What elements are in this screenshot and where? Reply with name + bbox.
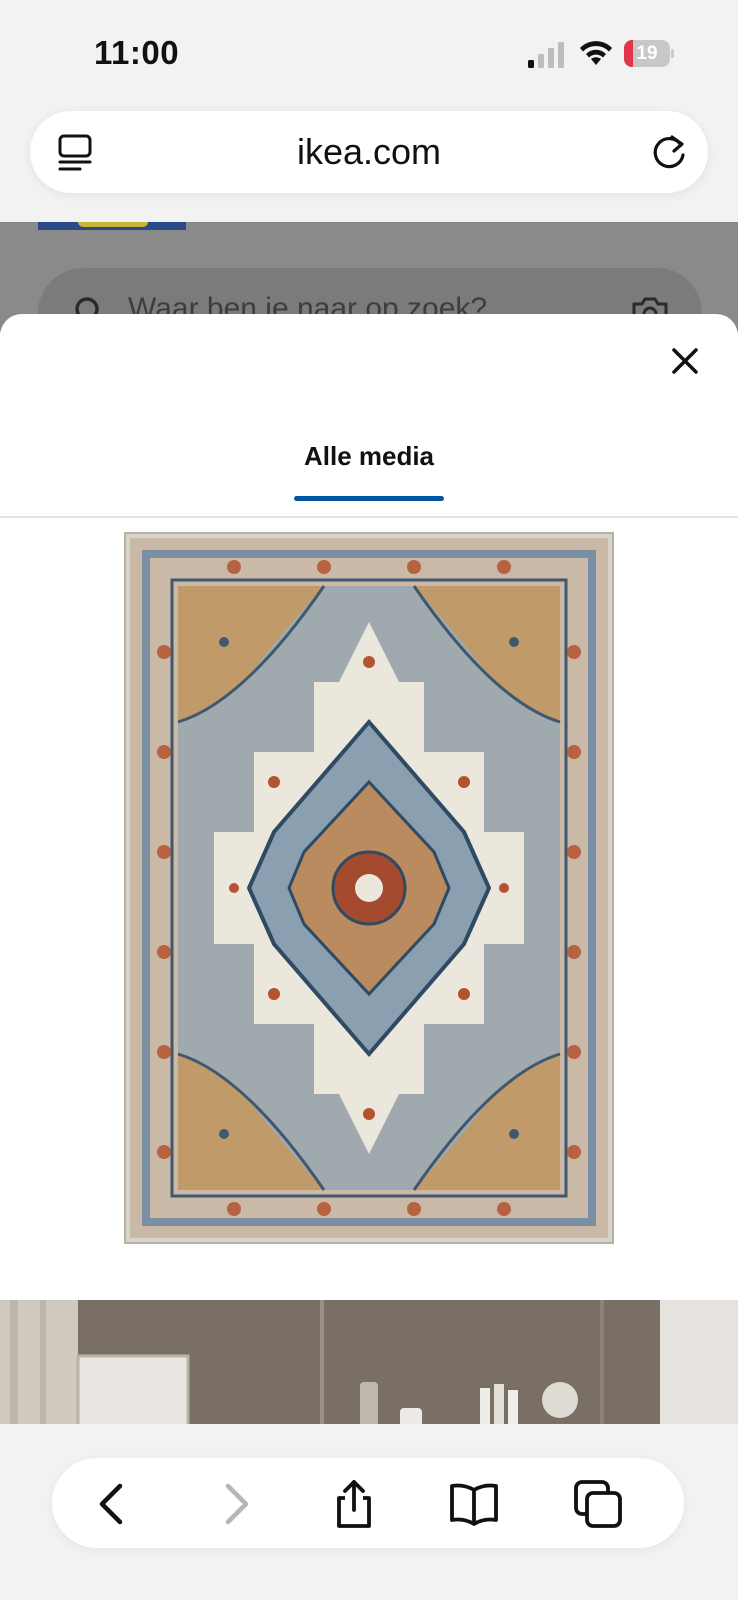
close-icon[interactable] — [664, 340, 706, 382]
share-icon[interactable] — [328, 1478, 380, 1530]
tab-all-media[interactable]: Alle media — [294, 440, 444, 510]
chevron-right-icon[interactable] — [208, 1478, 260, 1530]
reload-icon[interactable] — [648, 131, 690, 173]
room-scene-image[interactable] — [0, 1300, 738, 1424]
tab-all-media-label: Alle media — [303, 441, 435, 471]
tab-divider — [0, 516, 738, 518]
battery-level: 19 — [636, 43, 658, 64]
battery-indicator: 19 — [624, 40, 674, 67]
address-bar[interactable]: ikea.com — [30, 111, 708, 193]
active-tab-indicator — [294, 496, 444, 501]
rug-product-image[interactable] — [124, 532, 614, 1244]
chevron-left-icon[interactable] — [88, 1478, 140, 1530]
status-bar: 11:00 19 — [0, 0, 738, 108]
book-icon[interactable] — [448, 1478, 500, 1530]
media-sheet: Alle media — [0, 314, 738, 1424]
battery-body: 19 — [624, 40, 670, 67]
cellular-signal-icon — [528, 42, 564, 68]
tabs-icon[interactable] — [572, 1478, 624, 1530]
browser-bottom-bar — [0, 1424, 738, 1600]
ikea-logo-accent — [78, 222, 148, 227]
battery-tip — [671, 49, 674, 58]
wifi-icon — [580, 41, 612, 65]
browser-toolbar — [52, 1458, 684, 1548]
status-time: 11:00 — [94, 34, 180, 71]
url-text[interactable]: ikea.com — [30, 111, 708, 193]
